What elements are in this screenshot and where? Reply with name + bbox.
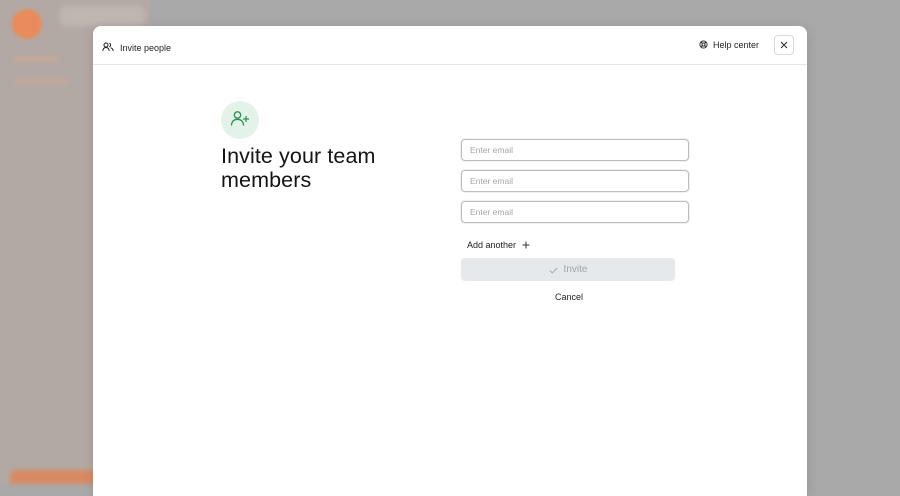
help-center-label: Help center bbox=[712, 40, 759, 50]
users-icon bbox=[102, 39, 114, 57]
invite-people-modal: Invite people Help center Invite your te… bbox=[93, 26, 807, 496]
invite-button[interactable]: Invite bbox=[461, 258, 675, 281]
email-field-3[interactable] bbox=[461, 201, 689, 223]
invite-illustration bbox=[221, 101, 259, 139]
check-icon bbox=[548, 262, 558, 277]
background-nav-line bbox=[14, 56, 58, 62]
background-workspace-blob bbox=[60, 6, 145, 26]
cancel-button[interactable]: Cancel bbox=[555, 292, 583, 302]
close-icon bbox=[780, 36, 788, 54]
close-button[interactable] bbox=[774, 35, 794, 55]
plus-icon bbox=[522, 236, 530, 254]
add-another-button[interactable]: Add another bbox=[467, 236, 530, 254]
email-field-2[interactable] bbox=[461, 170, 689, 192]
email-field-1[interactable] bbox=[461, 139, 689, 161]
modal-title: Invite people bbox=[120, 43, 172, 53]
invite-label: Invite bbox=[563, 264, 588, 275]
lifebuoy-icon bbox=[699, 36, 708, 54]
modal-header: Invite people Help center bbox=[93, 26, 807, 65]
modal-header-actions: Help center bbox=[699, 35, 794, 55]
add-another-label: Add another bbox=[467, 240, 517, 250]
help-center-link[interactable]: Help center bbox=[699, 36, 759, 54]
modal-title-group: Invite people bbox=[102, 39, 171, 57]
user-plus-icon bbox=[230, 110, 250, 131]
background-nav-line bbox=[14, 78, 68, 84]
background-logo bbox=[12, 9, 42, 39]
page-title: Invite your team members bbox=[221, 144, 376, 192]
